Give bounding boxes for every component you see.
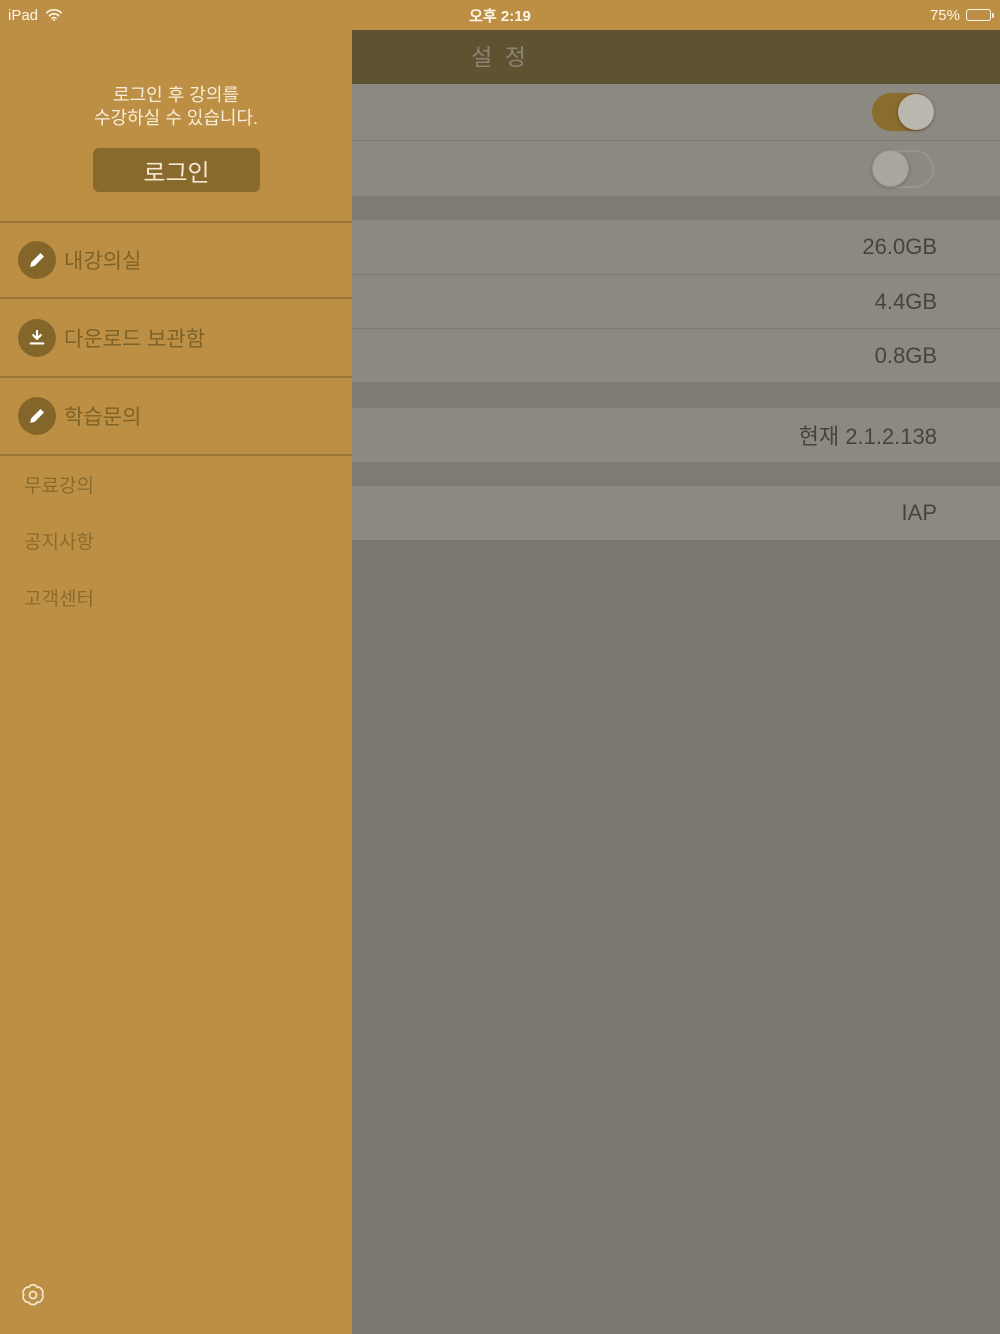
status-bar: iPad 오후 2:19 75% [0, 0, 1000, 30]
sidebar-item-label: 내강의실 [64, 250, 142, 273]
toggle-knob [872, 150, 909, 187]
sidebar-item-notices[interactable]: 공지사항 [0, 520, 352, 560]
sidebar-item-label: 다운로드 보관함 [64, 327, 206, 351]
toggle-switch-2[interactable] [872, 150, 934, 188]
toggle-switch-1[interactable] [872, 93, 934, 131]
sidebar-item-label: 학습문의 [64, 406, 142, 429]
side-drawer: 로그인 후 강의를 수강하실 수 있습니다. 로그인 내강의실 다운로드 보관함… [0, 0, 352, 1334]
gear-icon [19, 1281, 47, 1309]
toggle-knob [898, 94, 934, 130]
pencil-icon [18, 241, 56, 279]
status-time: 오후 2:19 [469, 7, 531, 25]
download-icon [18, 318, 56, 357]
sidebar-item-learning-inquiry[interactable]: 학습문의 [0, 378, 352, 454]
storage-used-value: 4.4GB [874, 288, 937, 314]
pencil-icon [18, 397, 56, 435]
sidebar-item-label: 공지사항 [24, 531, 94, 553]
sidebar-item-my-classroom[interactable]: 내강의실 [0, 223, 352, 297]
iap-value: IAP [901, 500, 937, 525]
battery-percent-label: 75% [929, 6, 960, 24]
storage-total-value: 26.0GB [862, 234, 937, 259]
settings-gear-button[interactable] [19, 1281, 47, 1309]
login-button[interactable]: 로그인 [93, 148, 260, 192]
sidebar-item-customer-center[interactable]: 고객센터 [0, 577, 352, 617]
sidebar-item-download-box[interactable]: 다운로드 보관함 [0, 299, 352, 376]
login-message: 로그인 후 강의를 수강하실 수 있습니다. [0, 84, 352, 130]
sidebar-item-label: 고객센터 [24, 588, 94, 610]
status-right: 75% [930, 0, 994, 30]
sidebar-divider [0, 454, 352, 456]
app-version-value: 현재 2.1.2.138 [798, 424, 937, 449]
login-message-line2: 수강하실 수 있습니다. [93, 108, 259, 128]
storage-free-value: 0.8GB [874, 342, 937, 368]
app-screen: 설 정 26.0GB 4.4GB 0.8GB 현재 2.1.2.138 IAP … [0, 0, 1000, 1334]
battery-icon [966, 9, 994, 21]
sidebar-item-label: 무료강의 [24, 475, 94, 497]
page-title: 설 정 [471, 44, 529, 70]
sidebar-item-free-lectures[interactable]: 무료강의 [0, 464, 352, 504]
login-message-line1: 로그인 후 강의를 [113, 85, 239, 105]
